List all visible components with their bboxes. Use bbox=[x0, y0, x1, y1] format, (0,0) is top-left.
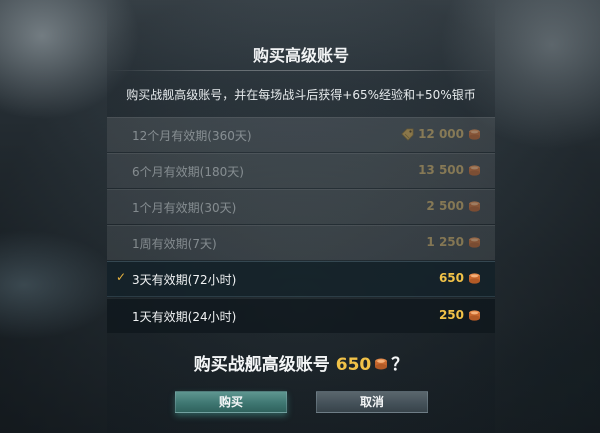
option-price: 12 000 bbox=[418, 127, 464, 141]
doubloon-icon bbox=[469, 310, 480, 321]
doubloon-icon bbox=[375, 358, 388, 370]
dialog-description: 购买战舰高级账号，并在每场战斗后获得+65%经验和+50%银币 bbox=[126, 88, 476, 102]
option-price: 650 bbox=[438, 271, 464, 285]
cancel-button[interactable]: 取消 bbox=[316, 391, 428, 413]
option-1-day[interactable]: 1天有效期(24小时) 250 bbox=[107, 298, 495, 333]
option-label: 6个月有效期(180天) bbox=[132, 165, 244, 179]
option-label: 3天有效期(72小时) bbox=[132, 273, 237, 287]
question-amount: 650 bbox=[335, 355, 372, 375]
doubloon-icon bbox=[469, 165, 480, 176]
option-6-months[interactable]: 6个月有效期(180天) 13 500 bbox=[107, 153, 495, 188]
option-1-month[interactable]: 1个月有效期(30天) 2 500 bbox=[107, 189, 495, 224]
doubloon-icon bbox=[469, 273, 480, 284]
checkmark-icon: ✓ bbox=[116, 270, 127, 284]
buy-premium-dialog: 购买高级账号 购买战舰高级账号，并在每场战斗后获得+65%经验和+50%银币 1… bbox=[107, 0, 495, 433]
option-price: 13 500 bbox=[418, 163, 464, 177]
doubloon-icon bbox=[469, 201, 480, 212]
purchase-confirmation-question: 购买战舰高级账号 650 ？ bbox=[107, 350, 495, 375]
option-label: 12个月有效期(360天) bbox=[132, 129, 252, 143]
buy-button[interactable]: 购买 bbox=[175, 391, 287, 413]
option-price: 1 250 bbox=[426, 235, 464, 249]
doubloon-icon bbox=[469, 237, 480, 248]
option-label: 1个月有效期(30天) bbox=[132, 201, 237, 215]
doubloon-icon bbox=[469, 129, 480, 140]
option-label: 1周有效期(7天) bbox=[132, 237, 217, 251]
title-divider bbox=[107, 70, 495, 71]
dialog-title: 购买高级账号 bbox=[252, 46, 349, 65]
option-label: 1天有效期(24小时) bbox=[132, 310, 237, 324]
option-12-months[interactable]: 12个月有效期(360天) 12 000 bbox=[107, 117, 495, 152]
option-price: 2 500 bbox=[426, 199, 464, 213]
option-price: 250 bbox=[438, 308, 464, 322]
discount-tag-icon bbox=[401, 128, 414, 141]
premium-options-list: 12个月有效期(360天) 12 000 6个月有效期(180天) 13 500 bbox=[107, 117, 495, 334]
option-1-week[interactable]: 1周有效期(7天) 1 250 bbox=[107, 225, 495, 260]
question-suffix: ？ bbox=[391, 355, 409, 375]
question-text: 购买战舰高级账号 bbox=[193, 355, 330, 375]
background-sea-left bbox=[0, 230, 120, 340]
option-3-days[interactable]: ✓ 3天有效期(72小时) 650 bbox=[107, 261, 495, 297]
